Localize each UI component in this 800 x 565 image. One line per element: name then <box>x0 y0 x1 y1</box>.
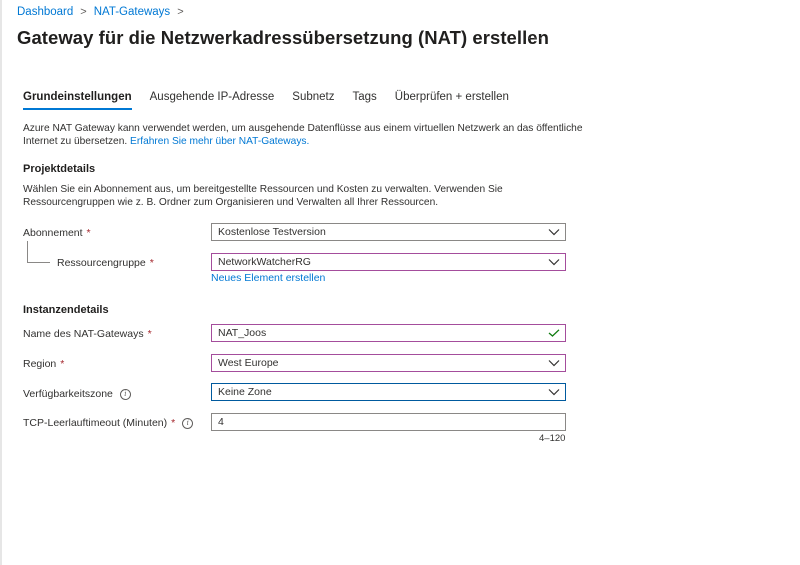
breadcrumb-nat-gateways[interactable]: NAT-Gateways <box>94 6 170 18</box>
gateway-name-label-text: Name des NAT-Gateways <box>23 328 144 340</box>
more-options-button[interactable]: ··· <box>527 29 544 45</box>
gateway-name-value: NAT_Joos <box>218 327 267 339</box>
instance-details-heading: Instanzendetails <box>23 304 109 316</box>
tcp-timeout-range-hint: 4–120 <box>539 433 566 444</box>
tree-connector <box>27 241 50 263</box>
learn-more-link[interactable]: Erfahren Sie mehr über NAT-Gateways. <box>130 136 309 147</box>
breadcrumb-dashboard[interactable]: Dashboard <box>17 6 73 18</box>
availability-zone-value: Keine Zone <box>218 386 272 398</box>
create-nat-gateway-page: Dashboard > NAT-Gateways > Gateway für d… <box>0 0 800 565</box>
tab-subnet[interactable]: Subnetz <box>292 91 334 110</box>
subscription-label: Abonnement * <box>23 227 91 239</box>
resource-group-value: NetworkWatcherRG <box>218 256 311 268</box>
chevron-down-icon <box>548 259 560 266</box>
info-icon[interactable]: i <box>182 417 194 429</box>
left-edge-divider <box>0 0 2 565</box>
subscription-dropdown[interactable]: Kostenlose Testversion <box>211 223 566 241</box>
tab-tags[interactable]: Tags <box>353 91 377 110</box>
region-label: Region * <box>23 358 64 370</box>
gateway-name-input[interactable]: NAT_Joos <box>211 324 566 342</box>
create-new-resource-group-link[interactable]: Neues Element erstellen <box>211 272 325 284</box>
subscription-label-text: Abonnement <box>23 227 83 239</box>
project-details-heading: Projektdetails <box>23 163 96 175</box>
required-marker: * <box>149 257 154 269</box>
tab-review-create[interactable]: Überprüfen + erstellen <box>395 91 509 110</box>
info-icon[interactable]: i <box>119 388 131 400</box>
resource-group-label: Ressourcengruppe * <box>57 257 154 269</box>
resource-group-dropdown[interactable]: NetworkWatcherRG <box>211 253 566 271</box>
availability-zone-dropdown[interactable]: Keine Zone <box>211 383 566 401</box>
resource-group-label-text: Ressourcengruppe <box>57 257 146 269</box>
region-label-text: Region <box>23 358 57 370</box>
page-title: Gateway für die Netzwerkadressübersetzun… <box>17 27 549 48</box>
region-dropdown[interactable]: West Europe <box>211 354 566 372</box>
required-marker: * <box>147 328 152 340</box>
tab-basics[interactable]: Grundeinstellungen <box>23 91 132 110</box>
subscription-value: Kostenlose Testversion <box>218 226 326 238</box>
region-value: West Europe <box>218 357 279 369</box>
required-marker: * <box>86 227 91 239</box>
breadcrumb: Dashboard > NAT-Gateways > <box>17 6 191 18</box>
chevron-down-icon <box>548 389 560 396</box>
chevron-down-icon <box>548 360 560 367</box>
tab-outbound-ip[interactable]: Ausgehende IP-Adresse <box>150 91 275 110</box>
chevron-down-icon <box>548 229 560 236</box>
tcp-timeout-input[interactable]: 4 <box>211 413 566 431</box>
tcp-timeout-label-text: TCP-Leerlauftimeout (Minuten) <box>23 417 168 429</box>
availability-zone-label: Verfügbarkeitszone i <box>23 388 131 400</box>
required-marker: * <box>171 417 176 429</box>
availability-zone-label-text: Verfügbarkeitszone <box>23 388 113 400</box>
intro-description: Azure NAT Gateway kann verwendet werden,… <box>23 122 583 148</box>
project-details-description: Wählen Sie ein Abonnement aus, um bereit… <box>23 184 503 208</box>
checkmark-icon <box>548 329 560 337</box>
tcp-timeout-value: 4 <box>218 416 224 428</box>
gateway-name-label: Name des NAT-Gateways * <box>23 328 152 340</box>
tcp-timeout-label: TCP-Leerlauftimeout (Minuten) * i <box>23 417 194 429</box>
breadcrumb-separator: > <box>80 6 87 18</box>
required-marker: * <box>60 358 65 370</box>
tab-bar: Grundeinstellungen Ausgehende IP-Adresse… <box>23 91 527 110</box>
breadcrumb-separator: > <box>177 6 184 18</box>
